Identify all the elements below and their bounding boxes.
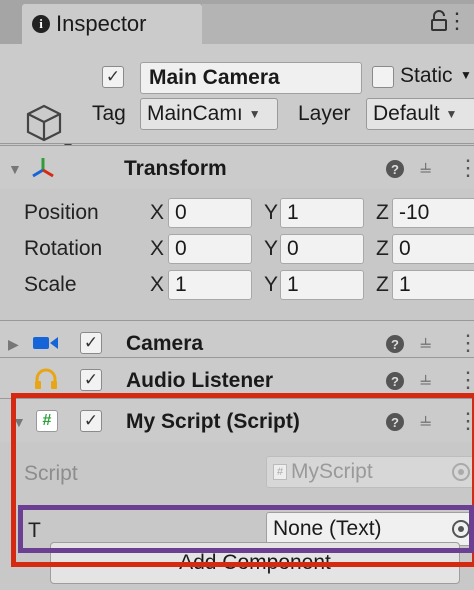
transform-icon — [32, 158, 54, 178]
presets-icon[interactable]: ⫨ — [420, 331, 431, 354]
script-value: MyScript — [291, 460, 373, 483]
axis-z-label: Z — [376, 273, 389, 296]
axis-z-label: Z — [376, 237, 389, 260]
t-object-field[interactable]: None (Text) — [266, 512, 474, 546]
help-icon[interactable]: ? — [386, 372, 404, 390]
my-script-enabled-checkbox[interactable]: ✓ — [80, 410, 102, 432]
static-label: Static — [400, 64, 453, 87]
tab-inspector[interactable]: i Inspector — [22, 4, 202, 44]
tag-label: Tag — [92, 102, 126, 125]
camera-icon — [33, 337, 58, 349]
rotation-z-field[interactable]: 0 — [392, 234, 474, 264]
scale-y-field[interactable]: 1 — [280, 270, 364, 300]
info-icon: i — [32, 15, 50, 33]
object-name-text: Main Camera — [149, 66, 280, 89]
presets-icon[interactable]: ⫨ — [420, 156, 431, 179]
tab-label: Inspector — [56, 11, 147, 36]
t-value: None (Text) — [273, 517, 382, 540]
component-menu-icon[interactable]: ⋮ — [457, 330, 474, 356]
help-icon[interactable]: ? — [386, 335, 404, 353]
add-component-label: Add Component — [179, 551, 331, 574]
position-x-field[interactable]: 0 — [168, 198, 252, 228]
rotation-z-value: 0 — [399, 237, 411, 260]
foldout-expanded-icon[interactable]: ▼ — [12, 414, 26, 430]
position-y-value: 1 — [287, 201, 299, 224]
csharp-script-icon: # — [36, 410, 58, 432]
tab-menu-icon[interactable]: ⋮ — [446, 10, 468, 32]
audio-listener-header[interactable]: ✓ Audio Listener ? ⫨ ⋮ — [0, 357, 474, 401]
transform-title: Transform — [124, 157, 227, 180]
object-picker-icon — [452, 463, 470, 481]
scale-x-value: 1 — [175, 273, 187, 296]
axis-x-label: X — [150, 201, 165, 224]
axis-y-label: Y — [264, 273, 279, 296]
layer-label: Layer — [298, 102, 351, 125]
position-z-field[interactable]: -10 — [392, 198, 474, 228]
scale-label: Scale — [24, 273, 77, 296]
axis-x-label: X — [150, 237, 165, 260]
position-y-field[interactable]: 1 — [280, 198, 364, 228]
scale-y-value: 1 — [287, 273, 299, 296]
transform-header[interactable]: ▼ Transform ? ⫨ ⋮ — [0, 145, 474, 189]
rotation-label: Rotation — [24, 237, 103, 260]
layer-value: Default — [373, 102, 440, 125]
presets-icon[interactable]: ⫨ — [420, 368, 431, 391]
layer-dropdown[interactable]: Default ▼ — [366, 98, 474, 130]
script-label: Script — [24, 462, 78, 485]
chevron-down-icon: ▼ — [248, 107, 261, 121]
axis-y-label: Y — [264, 201, 279, 224]
add-component-button[interactable]: Add Component — [50, 542, 460, 584]
my-script-header[interactable]: ▼ # ✓ My Script (Script) ? ⫨ ⋮ — [0, 398, 474, 442]
axis-x-label: X — [150, 273, 165, 296]
help-icon[interactable]: ? — [386, 160, 404, 178]
object-name-field[interactable]: Main Camera — [140, 62, 362, 94]
rotation-x-value: 0 — [175, 237, 187, 260]
camera-title: Camera — [126, 332, 204, 355]
position-x-value: 0 — [175, 201, 187, 224]
axis-y-label: Y — [264, 237, 279, 260]
camera-enabled-checkbox[interactable]: ✓ — [80, 332, 102, 354]
scale-z-value: 1 — [399, 273, 411, 296]
headphones-icon — [35, 368, 57, 389]
active-checkbox[interactable]: ✓ — [102, 66, 124, 88]
script-field: # MyScript — [266, 456, 474, 488]
axis-z-label: Z — [376, 201, 389, 224]
audio-listener-title: Audio Listener — [126, 369, 274, 392]
rotation-y-value: 0 — [287, 237, 299, 260]
foldout-expanded-icon[interactable]: ▼ — [8, 161, 22, 177]
rotation-x-field[interactable]: 0 — [168, 234, 252, 264]
scale-x-field[interactable]: 1 — [168, 270, 252, 300]
static-checkbox[interactable] — [372, 66, 394, 88]
audio-listener-enabled-checkbox[interactable]: ✓ — [80, 369, 102, 391]
inspector-panel: i Inspector ⋮ ✓ Main Camera Static ▼ Tag… — [0, 0, 474, 590]
object-picker-icon[interactable] — [452, 520, 470, 538]
position-z-value: -10 — [399, 201, 430, 224]
tag-dropdown[interactable]: MainCamı ▼ — [140, 98, 278, 130]
chevron-down-icon: ▼ — [445, 107, 458, 121]
transform-body: Position X 0 Y 1 Z -10 Rotation X 0 Y 0 … — [0, 189, 474, 311]
scale-z-field[interactable]: 1 — [392, 270, 474, 300]
presets-icon[interactable]: ⫨ — [420, 409, 431, 432]
script-file-icon: # — [273, 464, 287, 480]
foldout-collapsed-icon[interactable]: ▶ — [8, 336, 19, 353]
gameobject-header: ✓ Main Camera Static ▼ Tag MainCamı ▼ Lay… — [0, 44, 474, 149]
t-label: T — [28, 519, 41, 542]
help-icon[interactable]: ? — [386, 413, 404, 431]
my-script-title: My Script (Script) — [126, 410, 300, 433]
rotation-y-field[interactable]: 0 — [280, 234, 364, 264]
tab-bar: i Inspector ⋮ — [0, 0, 474, 44]
static-dropdown-arrow-icon[interactable]: ▼ — [460, 68, 472, 82]
component-menu-icon[interactable]: ⋮ — [457, 367, 474, 393]
position-label: Position — [24, 201, 99, 224]
component-menu-icon[interactable]: ⋮ — [457, 408, 474, 434]
component-menu-icon[interactable]: ⋮ — [457, 155, 474, 181]
tag-value: MainCamı — [147, 102, 243, 125]
